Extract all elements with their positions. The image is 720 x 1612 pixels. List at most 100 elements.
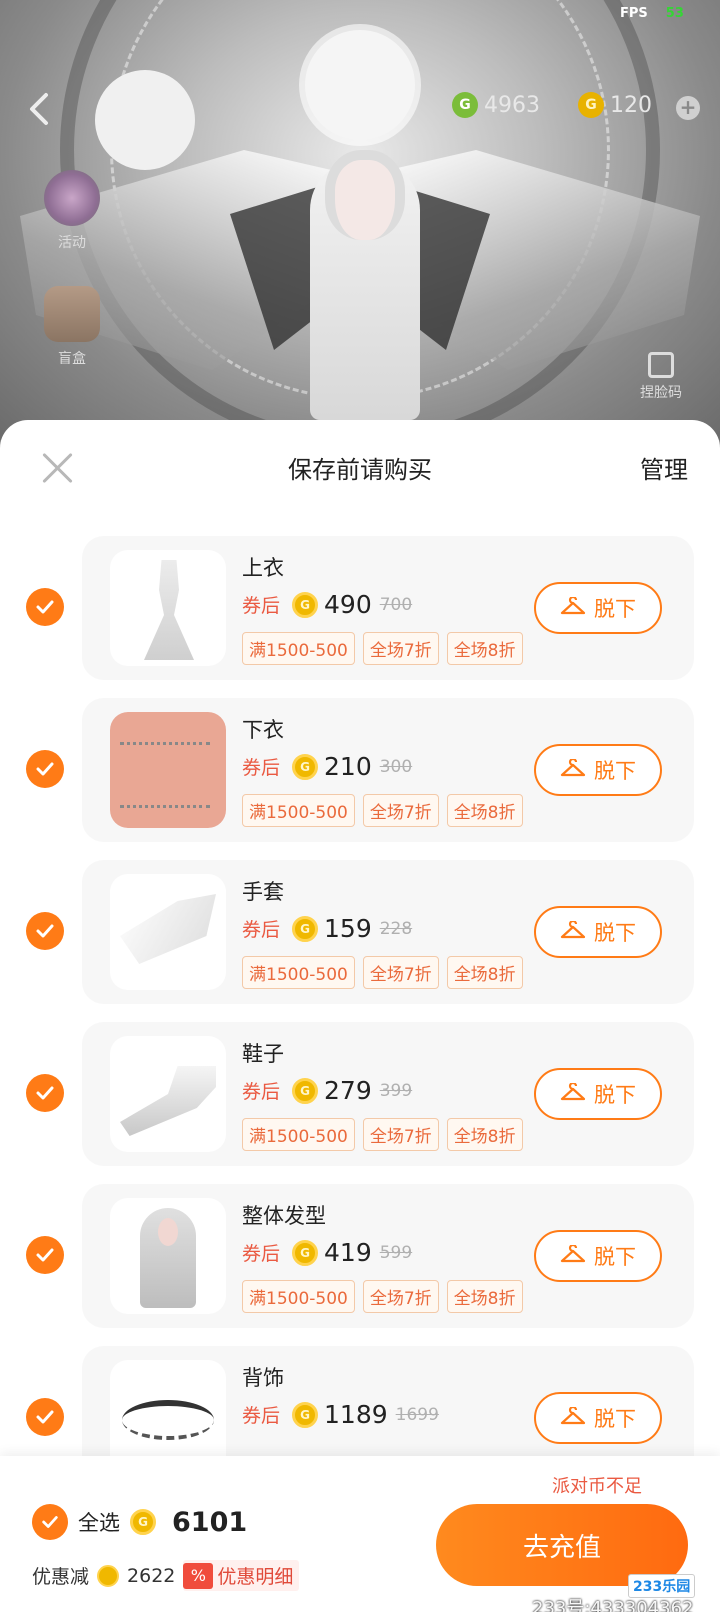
checkmark-icon (36, 1248, 54, 1262)
original-price: 599 (379, 1242, 413, 1263)
item-checkbox[interactable] (26, 588, 64, 626)
checkmark-icon (36, 762, 54, 776)
hanger-icon (560, 1083, 586, 1101)
item-card[interactable]: 上衣 券后 G 490 700 满1500-500 全场7折 全场8折 脱下 (82, 536, 694, 680)
take-off-label: 脱下 (594, 1407, 636, 1431)
after-coupon-label: 券后 (242, 1243, 281, 1265)
plush-toy-left (95, 70, 195, 170)
item-checkbox[interactable] (26, 912, 64, 950)
avatar-preview-scene (0, 0, 720, 440)
item-name: 背饰 (242, 1366, 284, 1390)
activity-button[interactable]: 活动 (40, 170, 104, 252)
take-off-button[interactable]: 脱下 (534, 582, 662, 634)
item-name: 上衣 (242, 556, 284, 580)
take-off-label: 脱下 (594, 597, 636, 621)
item-card[interactable]: 整体发型 券后 G 419 599 满1500-500 全场7折 全场8折 脱下 (82, 1184, 694, 1328)
hanger-icon (560, 759, 586, 777)
item-checkbox[interactable] (26, 1074, 64, 1112)
pinch-face-code-button[interactable]: 捏脸码 (640, 352, 682, 402)
promo-tag: 全场7折 (362, 1280, 439, 1313)
select-all[interactable]: 全选 G 6101 (32, 1504, 247, 1540)
manage-button[interactable]: 管理 (640, 450, 688, 485)
add-currency-button[interactable]: + (676, 96, 700, 120)
item-checkbox[interactable] (26, 750, 64, 788)
select-all-checkbox[interactable] (32, 1504, 68, 1540)
take-off-label: 脱下 (594, 759, 636, 783)
promo-tags: 满1500-500 全场7折 全场8折 (242, 1118, 523, 1151)
promo-tags: 满1500-500 全场7折 全场8折 (242, 632, 523, 665)
promo-tags: 满1500-500 全场7折 全场8折 (242, 956, 523, 989)
checkmark-icon (36, 1410, 54, 1424)
hairstyle-image (140, 1208, 196, 1308)
original-price: 228 (379, 918, 413, 939)
item-card[interactable]: 手套 券后 G 159 228 满1500-500 全场7折 全场8折 脱下 (82, 860, 694, 1004)
item-name: 下衣 (242, 718, 284, 742)
face-code-icon (648, 352, 674, 378)
coin-icon (97, 1564, 120, 1587)
party-coin-icon: G (578, 92, 604, 118)
coin-icon: G (292, 1077, 319, 1104)
item-card[interactable]: 鞋子 券后 G 279 399 满1500-500 全场7折 全场8折 脱下 (82, 1022, 694, 1166)
item-card[interactable]: 下衣 券后 G 210 300 满1500-500 全场7折 全场8折 脱下 (82, 698, 694, 842)
discount-detail-link[interactable]: % 优惠明细 (183, 1560, 300, 1591)
item-name: 鞋子 (242, 1042, 284, 1066)
discount-detail-label: 优惠明细 (217, 1566, 294, 1588)
coin-icon: G (292, 753, 319, 780)
checkmark-icon (36, 924, 54, 938)
blindbox-button[interactable]: 盲盒 (40, 286, 104, 368)
promo-tags: 满1500-500 全场7折 全场8折 (242, 1280, 523, 1313)
item-thumbnail (110, 874, 226, 990)
item-price: 210 (324, 752, 372, 781)
take-off-button[interactable]: 脱下 (534, 744, 662, 796)
percent-icon: % (183, 1562, 214, 1589)
checkmark-icon (36, 600, 54, 614)
party-coin-balance: G 120 (578, 92, 652, 118)
plus-icon: + (679, 95, 697, 119)
promo-tag: 全场8折 (446, 956, 523, 989)
item-checkbox[interactable] (26, 1236, 64, 1274)
dress-image (144, 560, 194, 660)
price-line: 券后 G 159 228 (242, 914, 412, 943)
discount-label: 优惠减 (32, 1566, 90, 1588)
price-line: 券后 G 490 700 (242, 590, 412, 619)
avatar-character-head (325, 150, 405, 240)
price-line: 券后 G 419 599 (242, 1238, 412, 1267)
checkmark-icon (42, 1516, 58, 1528)
sheet-title: 保存前请购买 (288, 456, 432, 484)
glove-image (120, 894, 216, 964)
back-button[interactable] (28, 92, 58, 128)
item-checkbox[interactable] (26, 1398, 64, 1436)
after-coupon-label: 券后 (242, 757, 281, 779)
take-off-button[interactable]: 脱下 (534, 1392, 662, 1444)
take-off-label: 脱下 (594, 1083, 636, 1107)
discount-amount: 2622 (127, 1564, 176, 1587)
promo-tag: 满1500-500 (242, 794, 355, 827)
take-off-button[interactable]: 脱下 (534, 1068, 662, 1120)
item-thumbnail (110, 1198, 226, 1314)
select-all-label: 全选 (78, 1511, 120, 1535)
item-thumbnail (110, 1036, 226, 1152)
take-off-button[interactable]: 脱下 (534, 1230, 662, 1282)
list-item: 整体发型 券后 G 419 599 满1500-500 全场7折 全场8折 脱下 (0, 1184, 720, 1346)
item-name: 整体发型 (242, 1204, 326, 1228)
take-off-button[interactable]: 脱下 (534, 906, 662, 958)
promo-tag: 全场7折 (362, 1118, 439, 1151)
g-coin-balance: G 4963 (452, 92, 540, 118)
after-coupon-label: 券后 (242, 1081, 281, 1103)
after-coupon-label: 券后 (242, 919, 281, 941)
star-icon (44, 170, 100, 226)
purchase-sheet: 保存前请购买 管理 上衣 券后 G 490 700 满1500-500 全场7折 (0, 420, 720, 1612)
hanger-icon (560, 1407, 586, 1425)
fps-counter: FPS 53 (620, 6, 684, 21)
promo-tag: 满1500-500 (242, 956, 355, 989)
list-item: 鞋子 券后 G 279 399 满1500-500 全场7折 全场8折 脱下 (0, 1022, 720, 1184)
item-name: 手套 (242, 880, 284, 904)
coin-icon: G (292, 1401, 319, 1428)
back-accessory-image (122, 1400, 214, 1440)
promo-tag: 全场8折 (446, 1118, 523, 1151)
party-coin-amount: 120 (610, 92, 652, 118)
item-price: 490 (324, 590, 372, 619)
take-off-label: 脱下 (594, 921, 636, 945)
promo-tag: 全场8折 (446, 1280, 523, 1313)
item-list: 上衣 券后 G 490 700 满1500-500 全场7折 全场8折 脱下 下… (0, 536, 720, 1508)
